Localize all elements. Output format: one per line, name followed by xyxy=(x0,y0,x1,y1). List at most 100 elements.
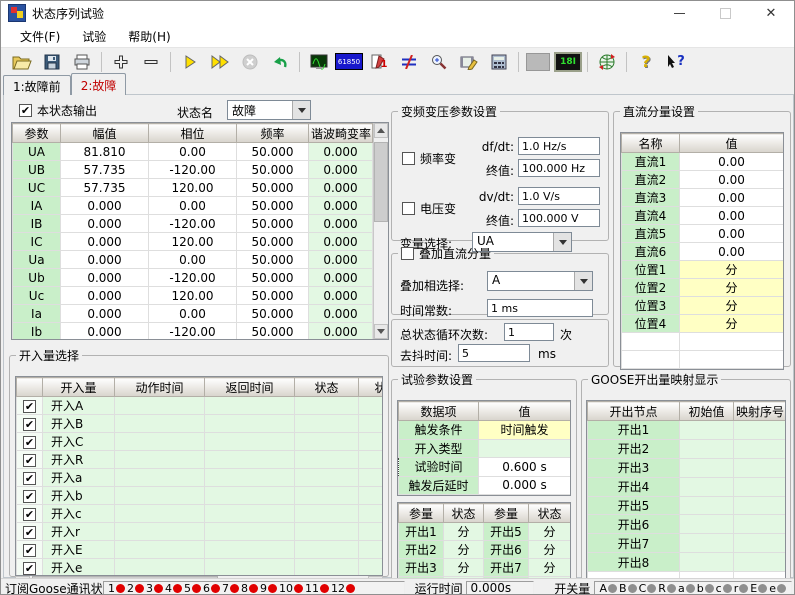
table-cell[interactable]: 分 xyxy=(444,523,484,541)
tab-state-1[interactable]: 1:故障前 xyxy=(3,75,71,95)
table-cell[interactable] xyxy=(734,553,786,572)
table-cell[interactable] xyxy=(205,559,295,577)
table-cell[interactable]: 分 xyxy=(529,559,571,577)
table-cell[interactable]: UC xyxy=(13,179,61,197)
table-cell[interactable]: 开出1 xyxy=(399,523,444,541)
table-cell[interactable] xyxy=(295,415,359,433)
table-cell[interactable] xyxy=(295,469,359,487)
table-cell[interactable] xyxy=(734,439,786,458)
param-value-cell[interactable]: 0.000 s xyxy=(479,476,571,495)
table-cell[interactable]: 位置2 xyxy=(622,279,680,297)
table-cell[interactable]: -120.00 xyxy=(149,323,237,341)
input-label-cell[interactable]: 开入C xyxy=(43,433,115,451)
table-cell[interactable]: 50.000 xyxy=(237,287,309,305)
menu-help[interactable]: 帮助(H) xyxy=(117,26,181,47)
table-cell[interactable]: 50.000 xyxy=(237,323,309,341)
table-cell[interactable]: 0.000 xyxy=(309,251,373,269)
table-cell[interactable]: IA xyxy=(13,197,61,215)
table-cell[interactable] xyxy=(205,397,295,415)
table-cell[interactable]: 0.000 xyxy=(61,251,149,269)
table-cell[interactable] xyxy=(205,469,295,487)
table-cell[interactable]: 开出4 xyxy=(588,477,680,496)
table-cell[interactable]: 0.000 xyxy=(61,215,149,233)
table-cell[interactable]: 0.000 xyxy=(61,197,149,215)
run-continuous-button[interactable] xyxy=(205,50,235,74)
freq-change-checkbox[interactable]: 频率变 xyxy=(402,150,456,167)
param-name-cell[interactable]: 试验时间 xyxy=(399,458,479,477)
debounce-input[interactable]: 5 xyxy=(458,344,530,362)
table-cell[interactable]: 50.000 xyxy=(237,197,309,215)
maximize-button[interactable] xyxy=(702,1,748,25)
remove-state-button[interactable] xyxy=(136,50,166,74)
table-cell[interactable] xyxy=(115,397,205,415)
undo-button[interactable] xyxy=(265,50,295,74)
table-cell[interactable] xyxy=(205,541,295,559)
param-value-cell[interactable]: 时间触发 xyxy=(479,421,571,440)
input-label-cell[interactable]: 开入A xyxy=(43,397,115,415)
scroll-up-button[interactable] xyxy=(374,123,388,138)
report-button[interactable]: 1 xyxy=(364,50,394,74)
record-edit-button[interactable] xyxy=(454,50,484,74)
input-checkbox[interactable]: ✔ xyxy=(23,562,36,575)
input-checkbox[interactable]: ✔ xyxy=(23,490,36,503)
table-cell[interactable]: Ia xyxy=(13,305,61,323)
menu-test[interactable]: 试验 xyxy=(71,26,117,47)
table-cell[interactable] xyxy=(359,523,384,541)
param-value-cell[interactable] xyxy=(479,439,571,458)
table-cell[interactable] xyxy=(115,433,205,451)
input-checkbox[interactable]: ✔ xyxy=(23,418,36,431)
table-cell[interactable]: 开出2 xyxy=(399,541,444,559)
scrollbar-thumb[interactable] xyxy=(374,142,388,222)
table-cell[interactable]: 分 xyxy=(680,279,784,297)
param-name-cell[interactable]: 开入类型 xyxy=(399,439,479,458)
table-cell[interactable]: 0.000 xyxy=(309,323,373,341)
table-cell[interactable]: 0.000 xyxy=(309,215,373,233)
input-label-cell[interactable]: 开入E xyxy=(43,541,115,559)
save-button[interactable] xyxy=(37,50,67,74)
table-cell[interactable]: 开出8 xyxy=(588,553,680,572)
loop-count-input[interactable]: 1 xyxy=(504,323,554,341)
table-cell[interactable] xyxy=(115,559,205,577)
table-cell[interactable]: 开出6 xyxy=(588,515,680,534)
table-cell[interactable]: 50.000 xyxy=(237,143,309,161)
context-help-button[interactable]: ? xyxy=(661,50,691,74)
input-checkbox[interactable]: ✔ xyxy=(23,454,36,467)
table-cell[interactable]: 分 xyxy=(529,541,571,559)
open-file-button[interactable] xyxy=(7,50,37,74)
table-cell[interactable] xyxy=(680,534,734,553)
table-cell[interactable] xyxy=(295,451,359,469)
input-checkbox[interactable]: ✔ xyxy=(23,436,36,449)
table-cell[interactable] xyxy=(205,523,295,541)
table-cell[interactable] xyxy=(734,496,786,515)
table-cell[interactable] xyxy=(295,433,359,451)
menu-file[interactable]: 文件(F) xyxy=(9,26,71,47)
table-cell[interactable]: 0.00 xyxy=(680,243,784,261)
table-cell[interactable]: 开出5 xyxy=(588,496,680,515)
param-name-cell[interactable]: 触发条件 xyxy=(399,421,479,440)
table-cell[interactable]: Ub xyxy=(13,269,61,287)
table-cell[interactable]: 120.00 xyxy=(149,233,237,251)
table-cell[interactable]: 分 xyxy=(444,541,484,559)
table-cell[interactable] xyxy=(359,541,384,559)
time-constant-input[interactable]: 1 ms xyxy=(487,299,593,317)
table-cell[interactable]: 0.00 xyxy=(680,189,784,207)
table-cell[interactable] xyxy=(734,421,786,440)
input-label-cell[interactable]: 开入c xyxy=(43,505,115,523)
table-cell[interactable]: 位置1 xyxy=(622,261,680,279)
table-cell[interactable] xyxy=(295,523,359,541)
waveform-display-button[interactable] xyxy=(304,50,334,74)
table-cell[interactable]: 直流4 xyxy=(622,207,680,225)
param-name-cell[interactable]: 触发后延时 xyxy=(399,476,479,495)
table-cell[interactable]: 位置4 xyxy=(622,315,680,333)
table-cell[interactable] xyxy=(295,487,359,505)
table-cell[interactable] xyxy=(115,415,205,433)
table-cell[interactable] xyxy=(115,505,205,523)
table-cell[interactable]: 分 xyxy=(529,523,571,541)
table-cell[interactable]: IC xyxy=(13,233,61,251)
table-cell[interactable]: 0.000 xyxy=(309,161,373,179)
table-cell[interactable] xyxy=(359,415,384,433)
table-cell[interactable]: 直流1 xyxy=(622,153,680,171)
table-cell[interactable]: 0.000 xyxy=(309,287,373,305)
blank-display-button[interactable] xyxy=(523,50,553,74)
combo-dropdown-button[interactable] xyxy=(574,272,592,290)
